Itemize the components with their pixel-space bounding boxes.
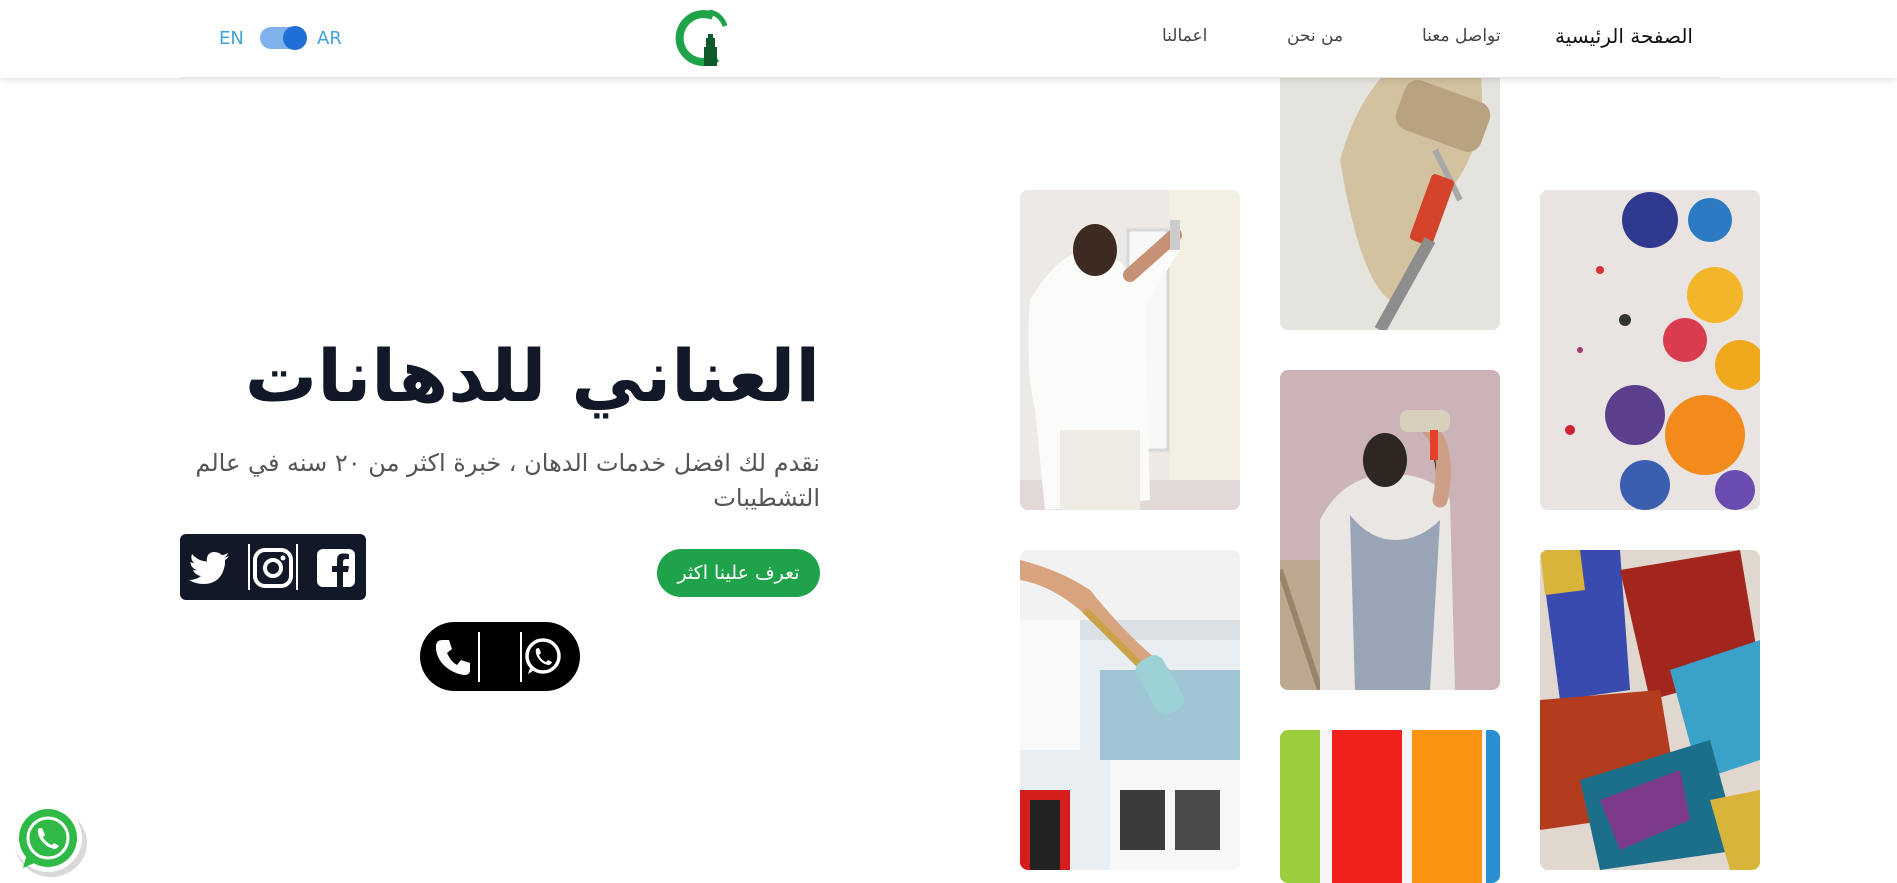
header-divider (180, 77, 1720, 78)
social-divider (248, 544, 250, 590)
brand-logo[interactable] (673, 8, 731, 68)
contact-divider (478, 632, 480, 682)
twitter-icon[interactable] (189, 547, 231, 589)
nav-about[interactable]: من نحن (1287, 26, 1343, 46)
paint-cans-photo (1540, 190, 1760, 510)
lang-en[interactable]: EN (219, 28, 244, 49)
nav-contact[interactable]: تواصل معنا (1422, 26, 1501, 46)
facebook-icon[interactable] (315, 547, 357, 589)
color-stripes-photo (1280, 730, 1500, 883)
page: الصفحة الرئيسية تواصل معنا من نحن اعمالن… (0, 0, 1897, 883)
paint-brushes-photo (1540, 550, 1760, 870)
toggle-knob (283, 26, 307, 50)
lang-ar[interactable]: AR (317, 28, 342, 49)
nav-home[interactable]: الصفحة الرئيسية (1555, 24, 1693, 48)
learn-more-button[interactable]: تعرف علينا اكثر (657, 549, 820, 597)
nav-works[interactable]: اعمالنا (1162, 26, 1207, 46)
language-toggle[interactable] (260, 26, 307, 50)
social-links (180, 534, 366, 600)
whatsapp-icon[interactable] (522, 636, 564, 678)
instagram-icon[interactable] (252, 547, 294, 589)
top-navbar: الصفحة الرئيسية تواصل معنا من نحن اعمالن… (0, 0, 1897, 78)
hero-title: العناني للدهانات (244, 334, 820, 418)
phone-icon[interactable] (432, 636, 474, 678)
contact-links (420, 622, 580, 691)
whatsapp-float-button[interactable] (8, 798, 90, 880)
painter-ceiling-photo (1020, 550, 1240, 870)
social-divider (296, 544, 298, 590)
painter-window-photo (1020, 190, 1240, 510)
hero-subtitle: نقدم لك افضل خدمات الدهان ، خبرة اكثر من… (195, 449, 820, 512)
contact-divider (520, 632, 522, 682)
painter-overalls-photo (1280, 370, 1500, 690)
